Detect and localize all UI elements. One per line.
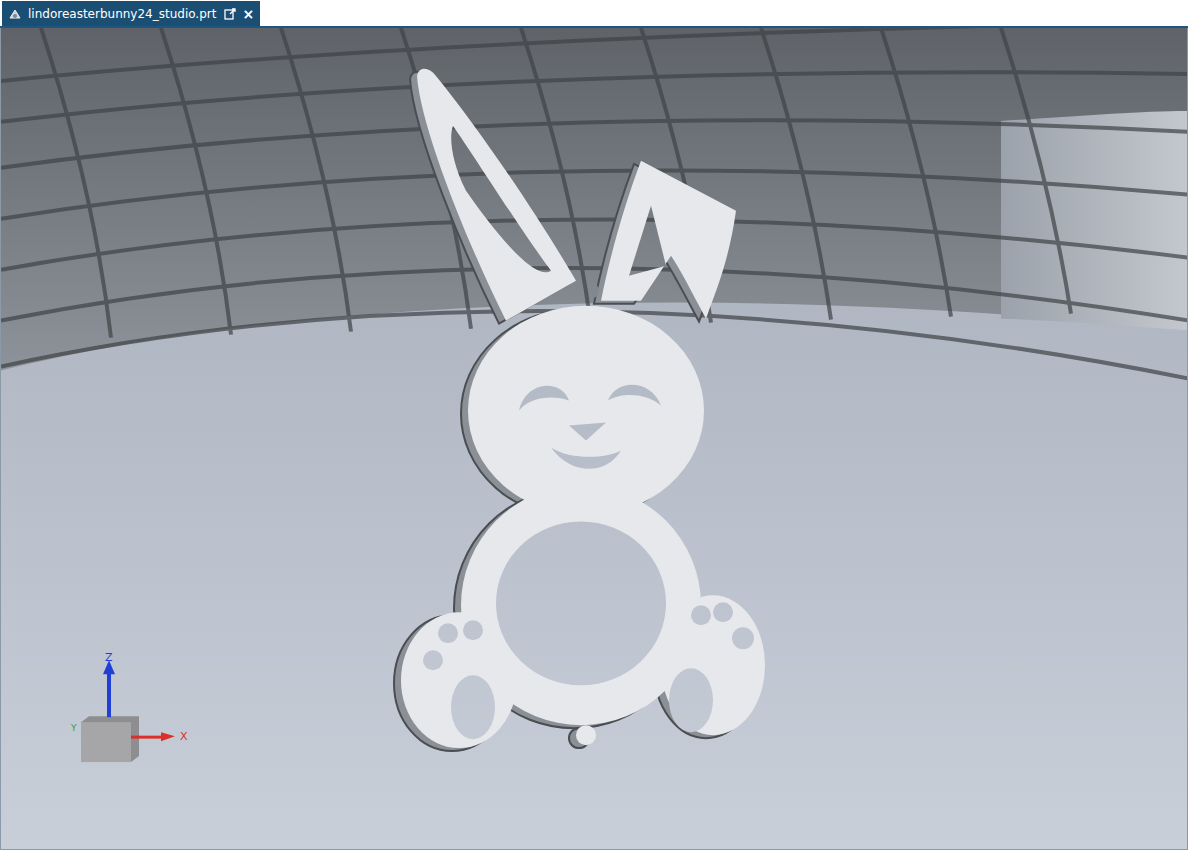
- axis-triad[interactable]: Z X Y: [70, 651, 188, 762]
- part-file-icon: [8, 7, 22, 21]
- document-tab-bar: lindoreasterbunny24_studio.prt ×: [0, 0, 1188, 28]
- close-tab-button[interactable]: ×: [242, 7, 254, 21]
- graphics-viewport[interactable]: Z X Y: [0, 28, 1188, 850]
- studio-scene[interactable]: Z X Y: [1, 28, 1187, 849]
- y-axis-label: Y: [70, 723, 77, 733]
- bunny-model[interactable]: [394, 69, 765, 751]
- z-axis-label: Z: [105, 651, 113, 664]
- tab-label: lindoreasterbunny24_studio.prt: [28, 7, 218, 21]
- undock-icon[interactable]: [224, 8, 236, 20]
- x-axis-label: X: [180, 730, 188, 743]
- cad-window: lindoreasterbunny24_studio.prt × Z X Y: [0, 0, 1188, 850]
- document-tab[interactable]: lindoreasterbunny24_studio.prt ×: [2, 1, 260, 26]
